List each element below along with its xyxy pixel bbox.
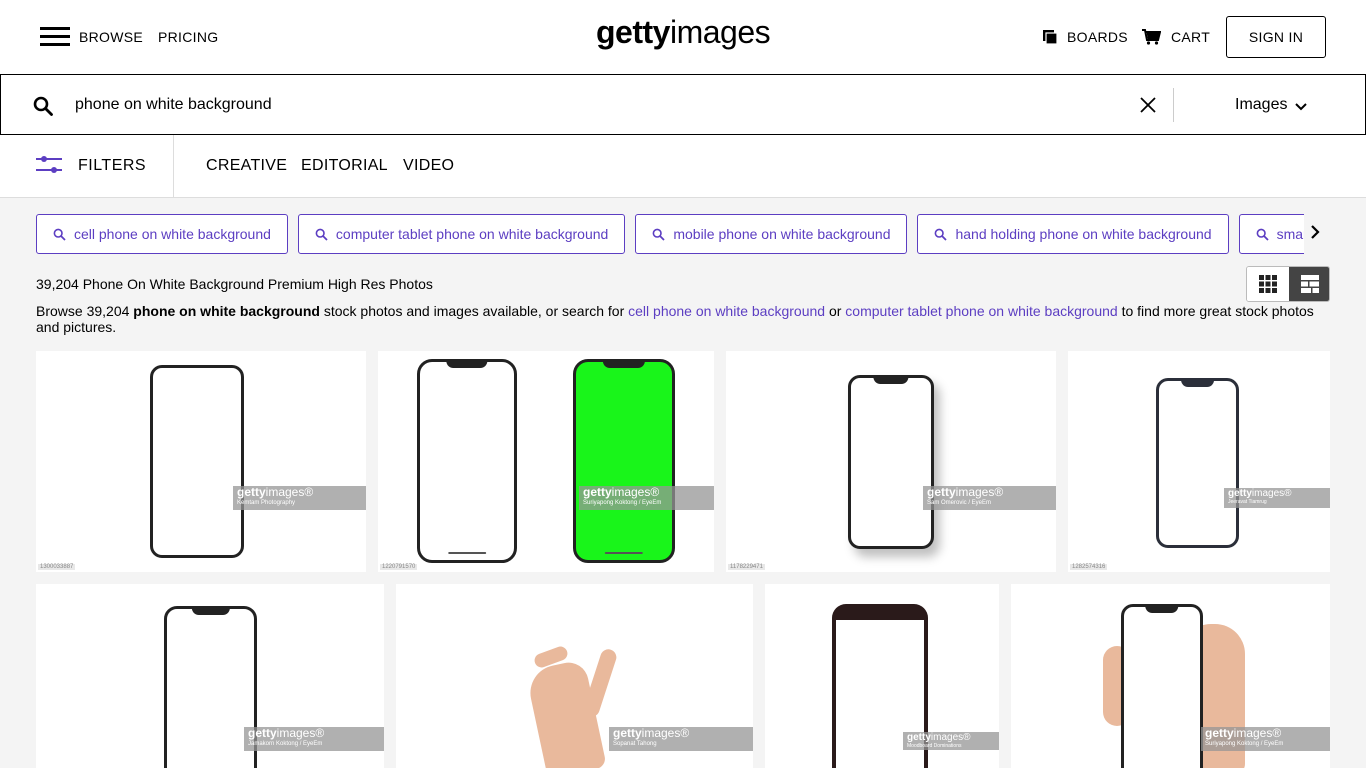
cart-icon <box>1142 29 1161 45</box>
filters-label: FILTERS <box>78 157 147 174</box>
related-search-chip[interactable]: smart phone on white background <box>1238 214 1304 254</box>
related-search-label: mobile phone on white background <box>673 226 891 242</box>
desc-link-cell-phone[interactable]: cell phone on white background <box>628 303 825 319</box>
phone-image <box>1121 604 1203 768</box>
related-search-label: smart phone on white background <box>1276 226 1304 242</box>
watermark: gettyimages® Jamakorn Koktong / EyeEm <box>244 727 384 751</box>
search-bar: Images <box>0 74 1366 135</box>
phone-image <box>1156 378 1239 548</box>
getty-images-logo[interactable]: gettyimages <box>596 14 771 51</box>
related-searches: cell phone on white background computer t… <box>36 214 1304 254</box>
media-type-label: Images <box>1235 96 1288 113</box>
phone-image <box>848 375 934 549</box>
image-id: 1178229471 <box>728 564 765 570</box>
grid-view-button[interactable] <box>1247 267 1289 301</box>
search-icon <box>1256 228 1269 241</box>
menu-icon[interactable] <box>40 27 70 47</box>
mosaic-icon <box>1301 275 1319 293</box>
related-search-chip[interactable]: hand holding phone on white background <box>917 214 1229 254</box>
search-icon <box>315 228 328 241</box>
watermark: gettyimages® Moodboard Dominations <box>903 732 999 750</box>
watermark: gettyimages® Sopanat Tahong <box>609 727 753 751</box>
cart-link[interactable]: CART <box>1142 29 1210 45</box>
search-icon[interactable] <box>33 96 53 116</box>
image-result[interactable]: gettyimages® Suriyapong Koktong / EyeEm <box>1011 584 1330 768</box>
watermark: gettyimages® Kemtam Photography <box>233 486 366 510</box>
boards-link[interactable]: BOARDS <box>1043 29 1128 45</box>
image-result[interactable]: gettyimages® Sam Omerovic / EyeEm 1178229… <box>726 351 1056 572</box>
close-icon[interactable] <box>1139 96 1157 114</box>
search-input[interactable] <box>75 93 1115 117</box>
browse-link[interactable]: BROWSE <box>79 29 143 45</box>
related-search-chip[interactable]: computer tablet phone on white backgroun… <box>297 214 626 254</box>
image-result[interactable]: gettyimages® Moodboard Dominations <box>765 584 999 768</box>
watermark: gettyimages® Suriyapong Koktong / EyeEm <box>1201 727 1330 751</box>
image-result[interactable]: gettyimages® Jamakorn Koktong / EyeEm <box>36 584 384 768</box>
search-divider <box>1173 88 1174 122</box>
chevron-down-icon <box>1295 102 1308 110</box>
phone-image <box>417 359 517 563</box>
watermark: gettyimages® Sam Omerovic / EyeEm <box>923 486 1056 510</box>
watermark: gettyimages® Jeeravat Tiamrug <box>1224 488 1330 508</box>
mosaic-view-button[interactable] <box>1289 267 1329 301</box>
image-id: 1282574316 <box>1070 564 1108 570</box>
watermark: gettyimages® Suriyapong Koktong / EyeEm <box>579 486 714 510</box>
filters-button[interactable]: FILTERS <box>0 135 174 197</box>
filters-row: FILTERS CREATIVE EDITORIAL VIDEO <box>0 135 1366 198</box>
pricing-link[interactable]: PRICING <box>158 29 218 45</box>
chevron-right-icon[interactable] <box>1310 224 1320 240</box>
phone-image <box>150 365 244 558</box>
media-type-dropdown[interactable]: Images <box>1235 96 1308 114</box>
image-result[interactable]: gettyimages® Kemtam Photography 130003388… <box>36 351 366 572</box>
boards-icon <box>1043 30 1057 44</box>
grid-icon <box>1259 275 1277 293</box>
search-icon <box>935 228 948 241</box>
related-search-chip[interactable]: cell phone on white background <box>36 214 288 254</box>
image-result[interactable]: gettyimages® Jeeravat Tiamrug 1282574316 <box>1068 351 1330 572</box>
image-result[interactable]: gettyimages® Suriyapong Koktong / EyeEm 1… <box>378 351 714 572</box>
tab-video[interactable]: VIDEO <box>403 157 454 175</box>
green-screen-phone-image <box>573 359 675 563</box>
related-search-chip[interactable]: mobile phone on white background <box>635 214 908 254</box>
image-id: 1220791570 <box>380 564 418 570</box>
boards-label: BOARDS <box>1067 29 1128 45</box>
image-id: 1300033887 <box>38 564 76 570</box>
view-toggle <box>1246 266 1330 302</box>
results-count-title: 39,204 Phone On White Background Premium… <box>36 276 433 292</box>
desc-text: stock photos and images available, or se… <box>319 303 629 319</box>
related-search-label: cell phone on white background <box>74 226 271 242</box>
cart-label: CART <box>1171 29 1211 45</box>
tab-editorial[interactable]: EDITORIAL <box>301 157 388 175</box>
search-icon <box>53 228 66 241</box>
desc-text: Browse 39,204 <box>36 303 134 319</box>
results-description: Browse 39,204 phone on white background … <box>36 303 1316 335</box>
tab-creative[interactable]: CREATIVE <box>206 157 287 175</box>
sign-in-button[interactable]: SIGN IN <box>1226 16 1326 58</box>
sliders-icon <box>36 156 62 173</box>
top-header: BROWSE PRICING gettyimages BOARDS CART S… <box>0 0 1366 74</box>
related-search-label: computer tablet phone on white backgroun… <box>335 226 609 242</box>
image-result[interactable]: gettyimages® Sopanat Tahong <box>396 584 753 768</box>
related-search-label: hand holding phone on white background <box>955 226 1212 242</box>
search-icon <box>652 228 665 241</box>
desc-query: phone on white background <box>133 303 320 319</box>
desc-text: or <box>825 303 846 319</box>
desc-link-tablet-phone[interactable]: computer tablet phone on white backgroun… <box>845 303 1117 319</box>
